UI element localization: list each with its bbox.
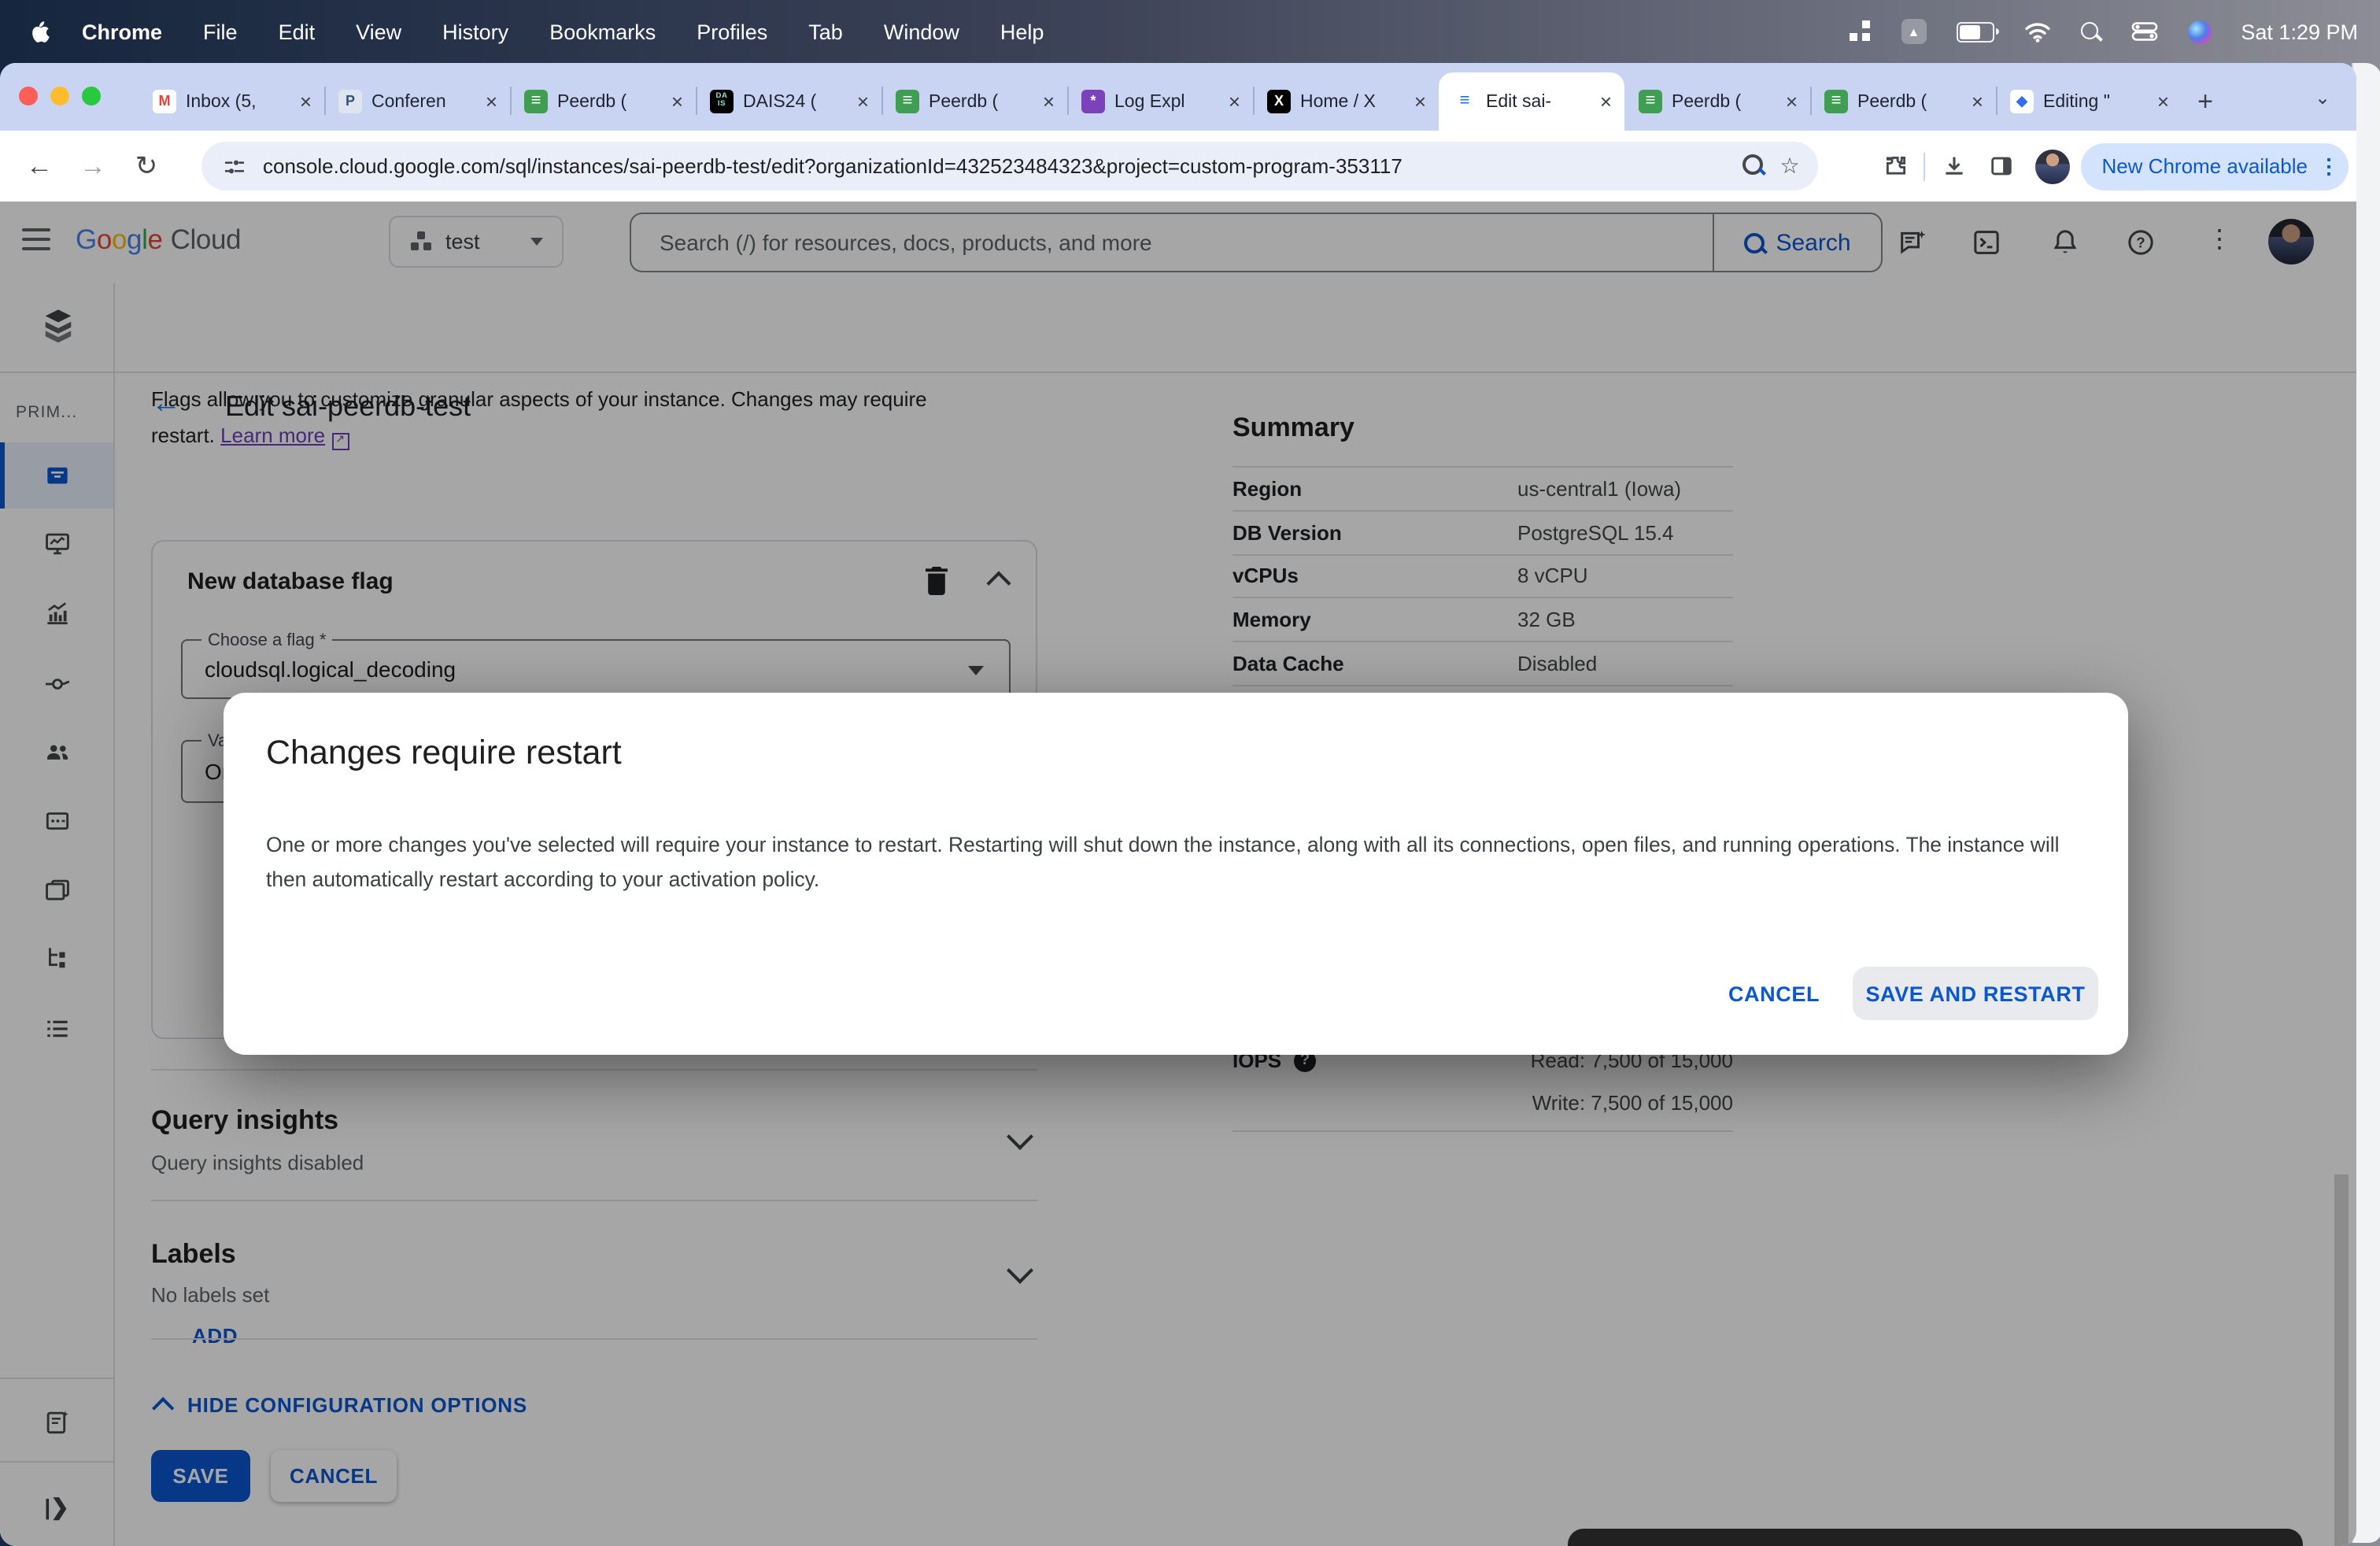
downloads-icon[interactable] [1930,153,1977,179]
menu-bar-clock: Sat 1:29 PM [2241,20,2358,43]
apple-icon [32,20,50,42]
menu-edit[interactable]: Edit [279,20,316,43]
peerdb-favicon: ≡ [1639,90,1662,113]
bookmark-star-icon[interactable]: ☆ [1771,153,1809,179]
close-tab-icon[interactable]: × [854,91,872,112]
save-and-restart-button[interactable]: SAVE AND RESTART [1853,967,2098,1020]
tab-dais24[interactable]: DA IS DAIS24 ( × [696,72,881,131]
close-tab-icon[interactable]: × [1411,91,1429,112]
battery-icon[interactable] [1956,21,1999,42]
close-tab-icon[interactable]: × [1968,91,1986,112]
cloud-sql-favicon: ≡ [1453,90,1476,113]
close-tab-icon[interactable]: × [1040,91,1058,112]
menu-bookmarks[interactable]: Bookmarks [549,20,656,43]
status-app-icon[interactable]: ▲ [1901,19,1927,44]
tab-strip: M Inbox (5, × P Conferen × ≡ Peerdb ( × … [0,63,2356,131]
menu-view[interactable]: View [356,20,401,43]
peerdb-favicon: ≡ [524,90,548,113]
siri-icon[interactable] [2187,20,2212,43]
window-manager-icon[interactable] [1849,20,1871,43]
site-settings-icon[interactable] [222,153,247,179]
tab-x-home[interactable]: X Home / X × [1253,72,1439,131]
extensions-icon[interactable] [1872,153,1919,179]
zoom-icon[interactable] [1733,153,1771,179]
close-tab-icon[interactable]: × [1783,91,1801,112]
docs-favicon: ◆ [2010,90,2034,113]
new-tab-button[interactable]: + [2182,72,2229,131]
tab-peerdb-3[interactable]: ≡ Peerdb ( × [1624,72,1810,131]
dialog-cancel-button[interactable]: CANCEL [1711,967,1837,1020]
minimize-window-button[interactable] [50,87,69,105]
tab-peerdb-2[interactable]: ≡ Peerdb ( × [881,72,1067,131]
tab-editing[interactable]: ◆ Editing " × [1996,72,2182,131]
toolbar-divider [1924,152,1926,180]
postgres-favicon: P [338,90,362,113]
url-text[interactable]: console.cloud.google.com/sql/instances/s… [263,154,1733,178]
apple-menu[interactable] [28,18,50,45]
gmail-favicon: M [153,90,176,113]
tab-peerdb-4[interactable]: ≡ Peerdb ( × [1810,72,1996,131]
close-tab-icon[interactable]: × [297,91,315,112]
dais-favicon: DA IS [710,90,734,113]
x-favicon: X [1267,90,1291,113]
peerdb-favicon: ≡ [896,90,919,113]
back-button[interactable]: ← [13,150,66,182]
restart-dialog: Changes require restart One or more chan… [224,693,2128,1055]
address-bar[interactable]: console.cloud.google.com/sql/instances/s… [201,142,1818,190]
background-dark-window [1568,1529,2303,1546]
close-tab-icon[interactable]: × [668,91,686,112]
tab-edit-sai-active[interactable]: ≡ Edit sai- × [1439,72,1624,131]
tab-peerdb-1[interactable]: ≡ Peerdb ( × [510,72,696,131]
menu-profiles[interactable]: Profiles [697,20,767,43]
update-chrome-chip[interactable]: New Chrome available ⋮ [2081,142,2349,190]
more-menu-icon[interactable]: ⋮ [2319,153,2339,179]
dialog-body: One or more changes you've selected will… [266,833,2060,890]
profile-avatar[interactable] [2035,149,2071,183]
menu-chrome[interactable]: Chrome [82,20,162,43]
menu-tab[interactable]: Tab [808,20,843,43]
menu-help[interactable]: Help [1000,20,1044,43]
menu-window[interactable]: Window [884,20,959,43]
close-tab-icon[interactable]: × [1597,91,1615,112]
logs-favicon: * [1081,90,1105,113]
tab-search-chevron[interactable]: ⌄ [2304,79,2341,115]
macos-menu-bar: Chrome File Edit View History Bookmarks … [0,0,2380,63]
forward-button[interactable]: → [66,150,120,182]
close-window-button[interactable] [19,87,38,105]
dialog-title: Changes require restart [266,734,622,771]
menu-history[interactable]: History [442,20,508,43]
peerdb-favicon: ≡ [1824,90,1848,113]
menu-file[interactable]: File [203,20,238,43]
desktop: Chrome File Edit View History Bookmarks … [0,0,2380,1546]
close-tab-icon[interactable]: × [2154,91,2172,112]
spotlight-icon[interactable] [2080,21,2101,42]
side-panel-icon[interactable] [1977,153,2024,179]
reload-button[interactable]: ↻ [120,150,173,182]
maximize-window-button[interactable] [82,87,101,105]
tab-log-explorer[interactable]: * Log Expl × [1067,72,1253,131]
wifi-icon[interactable] [2023,21,2050,42]
chrome-window: M Inbox (5, × P Conferen × ≡ Peerdb ( × … [0,63,2356,1546]
close-tab-icon[interactable]: × [482,91,501,112]
control-center-icon[interactable] [2131,22,2157,41]
tab-inbox[interactable]: M Inbox (5, × [139,72,324,131]
tab-conference[interactable]: P Conferen × [324,72,510,131]
close-tab-icon[interactable]: × [1225,91,1244,112]
